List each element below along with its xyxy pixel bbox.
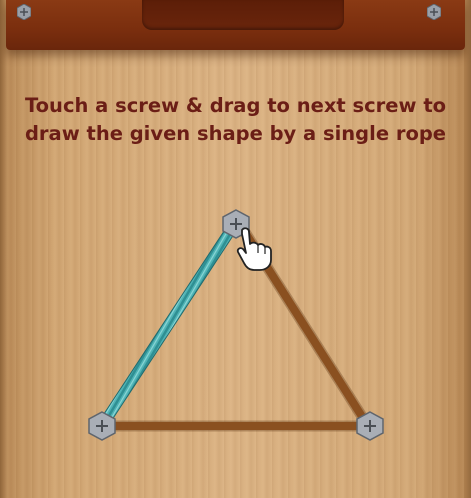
triangle-puzzle (88, 209, 384, 441)
pointing-hand-icon (236, 227, 272, 271)
screw-bottom-left[interactable] (88, 411, 116, 441)
rope-segment (97, 217, 241, 431)
screw-bottom-right[interactable] (356, 411, 384, 441)
game-board: Touch a screw & drag to next screw to dr… (0, 0, 471, 498)
